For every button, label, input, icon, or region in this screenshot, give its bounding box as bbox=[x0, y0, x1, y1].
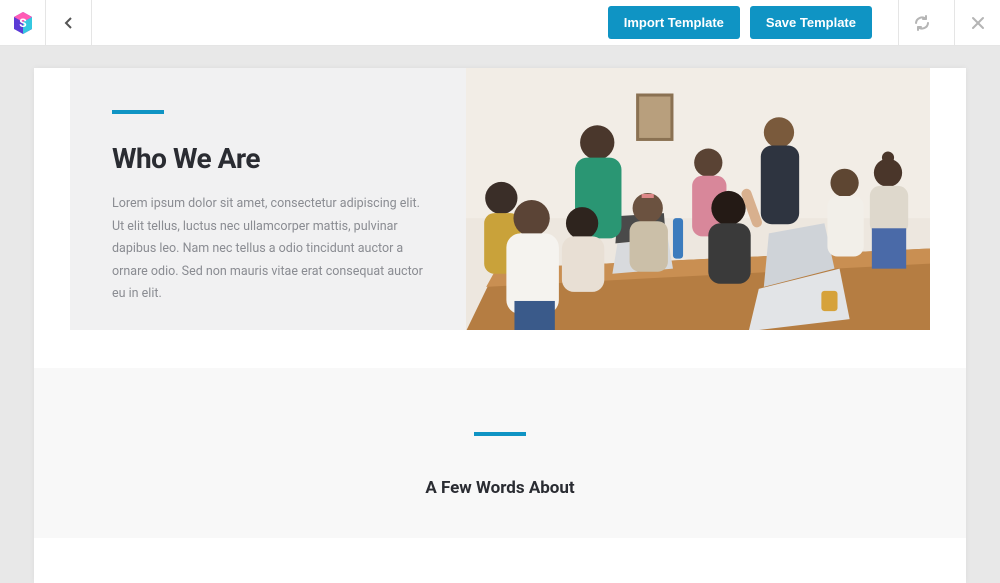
team-photo-placeholder bbox=[466, 68, 930, 330]
close-icon bbox=[970, 15, 986, 31]
hero-section[interactable]: Who We Are Lorem ipsum dolor sit amet, c… bbox=[70, 68, 930, 330]
back-button[interactable] bbox=[46, 0, 92, 45]
app-logo[interactable]: S bbox=[0, 0, 46, 45]
hero-paragraph[interactable]: Lorem ipsum dolor sit amet, consectetur … bbox=[112, 193, 434, 306]
refresh-button[interactable] bbox=[898, 0, 944, 46]
toolbar: S Import Template Save Template bbox=[0, 0, 1000, 46]
accent-divider-center bbox=[474, 432, 526, 436]
hero-image[interactable] bbox=[466, 68, 930, 330]
hero-text-column: Who We Are Lorem ipsum dolor sit amet, c… bbox=[70, 68, 466, 330]
toolbar-spacer bbox=[92, 0, 608, 45]
accent-divider bbox=[112, 110, 164, 114]
logo-icon: S bbox=[10, 10, 36, 36]
close-button[interactable] bbox=[954, 0, 1000, 46]
about-section[interactable]: A Few Words About bbox=[34, 368, 966, 538]
chevron-left-icon bbox=[62, 16, 76, 30]
about-heading[interactable]: A Few Words About bbox=[34, 478, 966, 498]
editor-canvas-wrap: Who We Are Lorem ipsum dolor sit amet, c… bbox=[0, 46, 1000, 583]
template-canvas[interactable]: Who We Are Lorem ipsum dolor sit amet, c… bbox=[34, 68, 966, 583]
hero-heading[interactable]: Who We Are bbox=[112, 142, 434, 175]
refresh-icon bbox=[914, 15, 930, 31]
toolbar-left: S bbox=[0, 0, 92, 45]
svg-text:S: S bbox=[19, 16, 26, 30]
import-template-button[interactable]: Import Template bbox=[608, 6, 740, 39]
toolbar-right: Import Template Save Template bbox=[608, 0, 1000, 45]
save-template-button[interactable]: Save Template bbox=[750, 6, 872, 39]
